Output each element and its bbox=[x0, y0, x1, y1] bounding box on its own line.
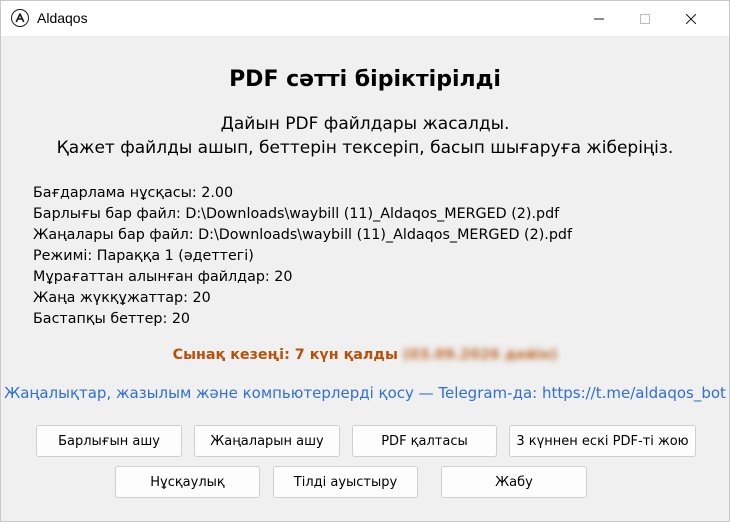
info-mode: Режимі: Параққа 1 (әдеттегі) bbox=[33, 248, 254, 264]
pdf-folder-button[interactable]: PDF қалтасы bbox=[352, 425, 497, 457]
info-new-waybills: Жаңа жүкқұжаттар: 20 bbox=[33, 290, 211, 306]
page-title: PDF сәтті біріктірілді bbox=[229, 67, 501, 92]
close-icon bbox=[686, 13, 696, 24]
info-block: Бағдарлама нұсқасы: 2.00 Барлығы бар фай… bbox=[33, 183, 572, 330]
subtitle-line-1: Дайын PDF файлдары жасалды. bbox=[220, 114, 510, 134]
info-new-file: Жаңалары бар файл: D:\Downloads\waybill … bbox=[33, 227, 573, 243]
aldaqos-logo-icon bbox=[11, 9, 29, 27]
telegram-link[interactable]: Жаңалықтар, жазылым және компьютерлерді … bbox=[1, 384, 729, 402]
trial-days-left: Сынақ кезеңі: 7 күн қалды bbox=[172, 347, 398, 363]
open-all-button[interactable]: Барлығын ашу bbox=[36, 425, 182, 457]
switch-language-button[interactable]: Тілді ауыстыру bbox=[273, 466, 418, 498]
dialog-content: PDF сәтті біріктірілді Дайын PDF файлдар… bbox=[1, 36, 729, 521]
maximize-button[interactable] bbox=[622, 1, 668, 36]
open-new-button[interactable]: Жаңаларын ашу bbox=[194, 425, 340, 457]
window-title: Aldaqos bbox=[37, 10, 88, 26]
guide-button[interactable]: Нұсқаулық bbox=[115, 466, 260, 498]
subtitle-line-2: Қажет файлды ашып, беттерін тексеріп, ба… bbox=[56, 138, 674, 158]
minimize-button[interactable] bbox=[576, 1, 622, 36]
app-window: Aldaqos PDF сәтті біріктірілді Дайын PDF… bbox=[0, 0, 730, 522]
info-version: Бағдарлама нұсқасы: 2.00 bbox=[33, 185, 234, 201]
info-source-pages: Бастапқы беттер: 20 bbox=[33, 311, 191, 327]
close-window-button[interactable] bbox=[668, 1, 714, 36]
delete-old-pdf-button[interactable]: 3 күннен ескі PDF-ті жою bbox=[509, 425, 696, 457]
info-archive-files: Мұрағаттан алынған файлдар: 20 bbox=[33, 269, 293, 285]
close-button[interactable]: Жабу bbox=[441, 466, 587, 498]
maximize-icon bbox=[640, 13, 650, 24]
title-bar[interactable]: Aldaqos bbox=[1, 1, 729, 36]
info-all-file: Барлығы бар файл: D:\Downloads\waybill (… bbox=[33, 206, 560, 222]
trial-end-date: (03.09.2026 дейін) bbox=[402, 347, 558, 363]
minimize-icon bbox=[594, 18, 604, 19]
trial-status: Сынақ кезеңі: 7 күн қалды (03.09.2026 де… bbox=[1, 347, 729, 363]
